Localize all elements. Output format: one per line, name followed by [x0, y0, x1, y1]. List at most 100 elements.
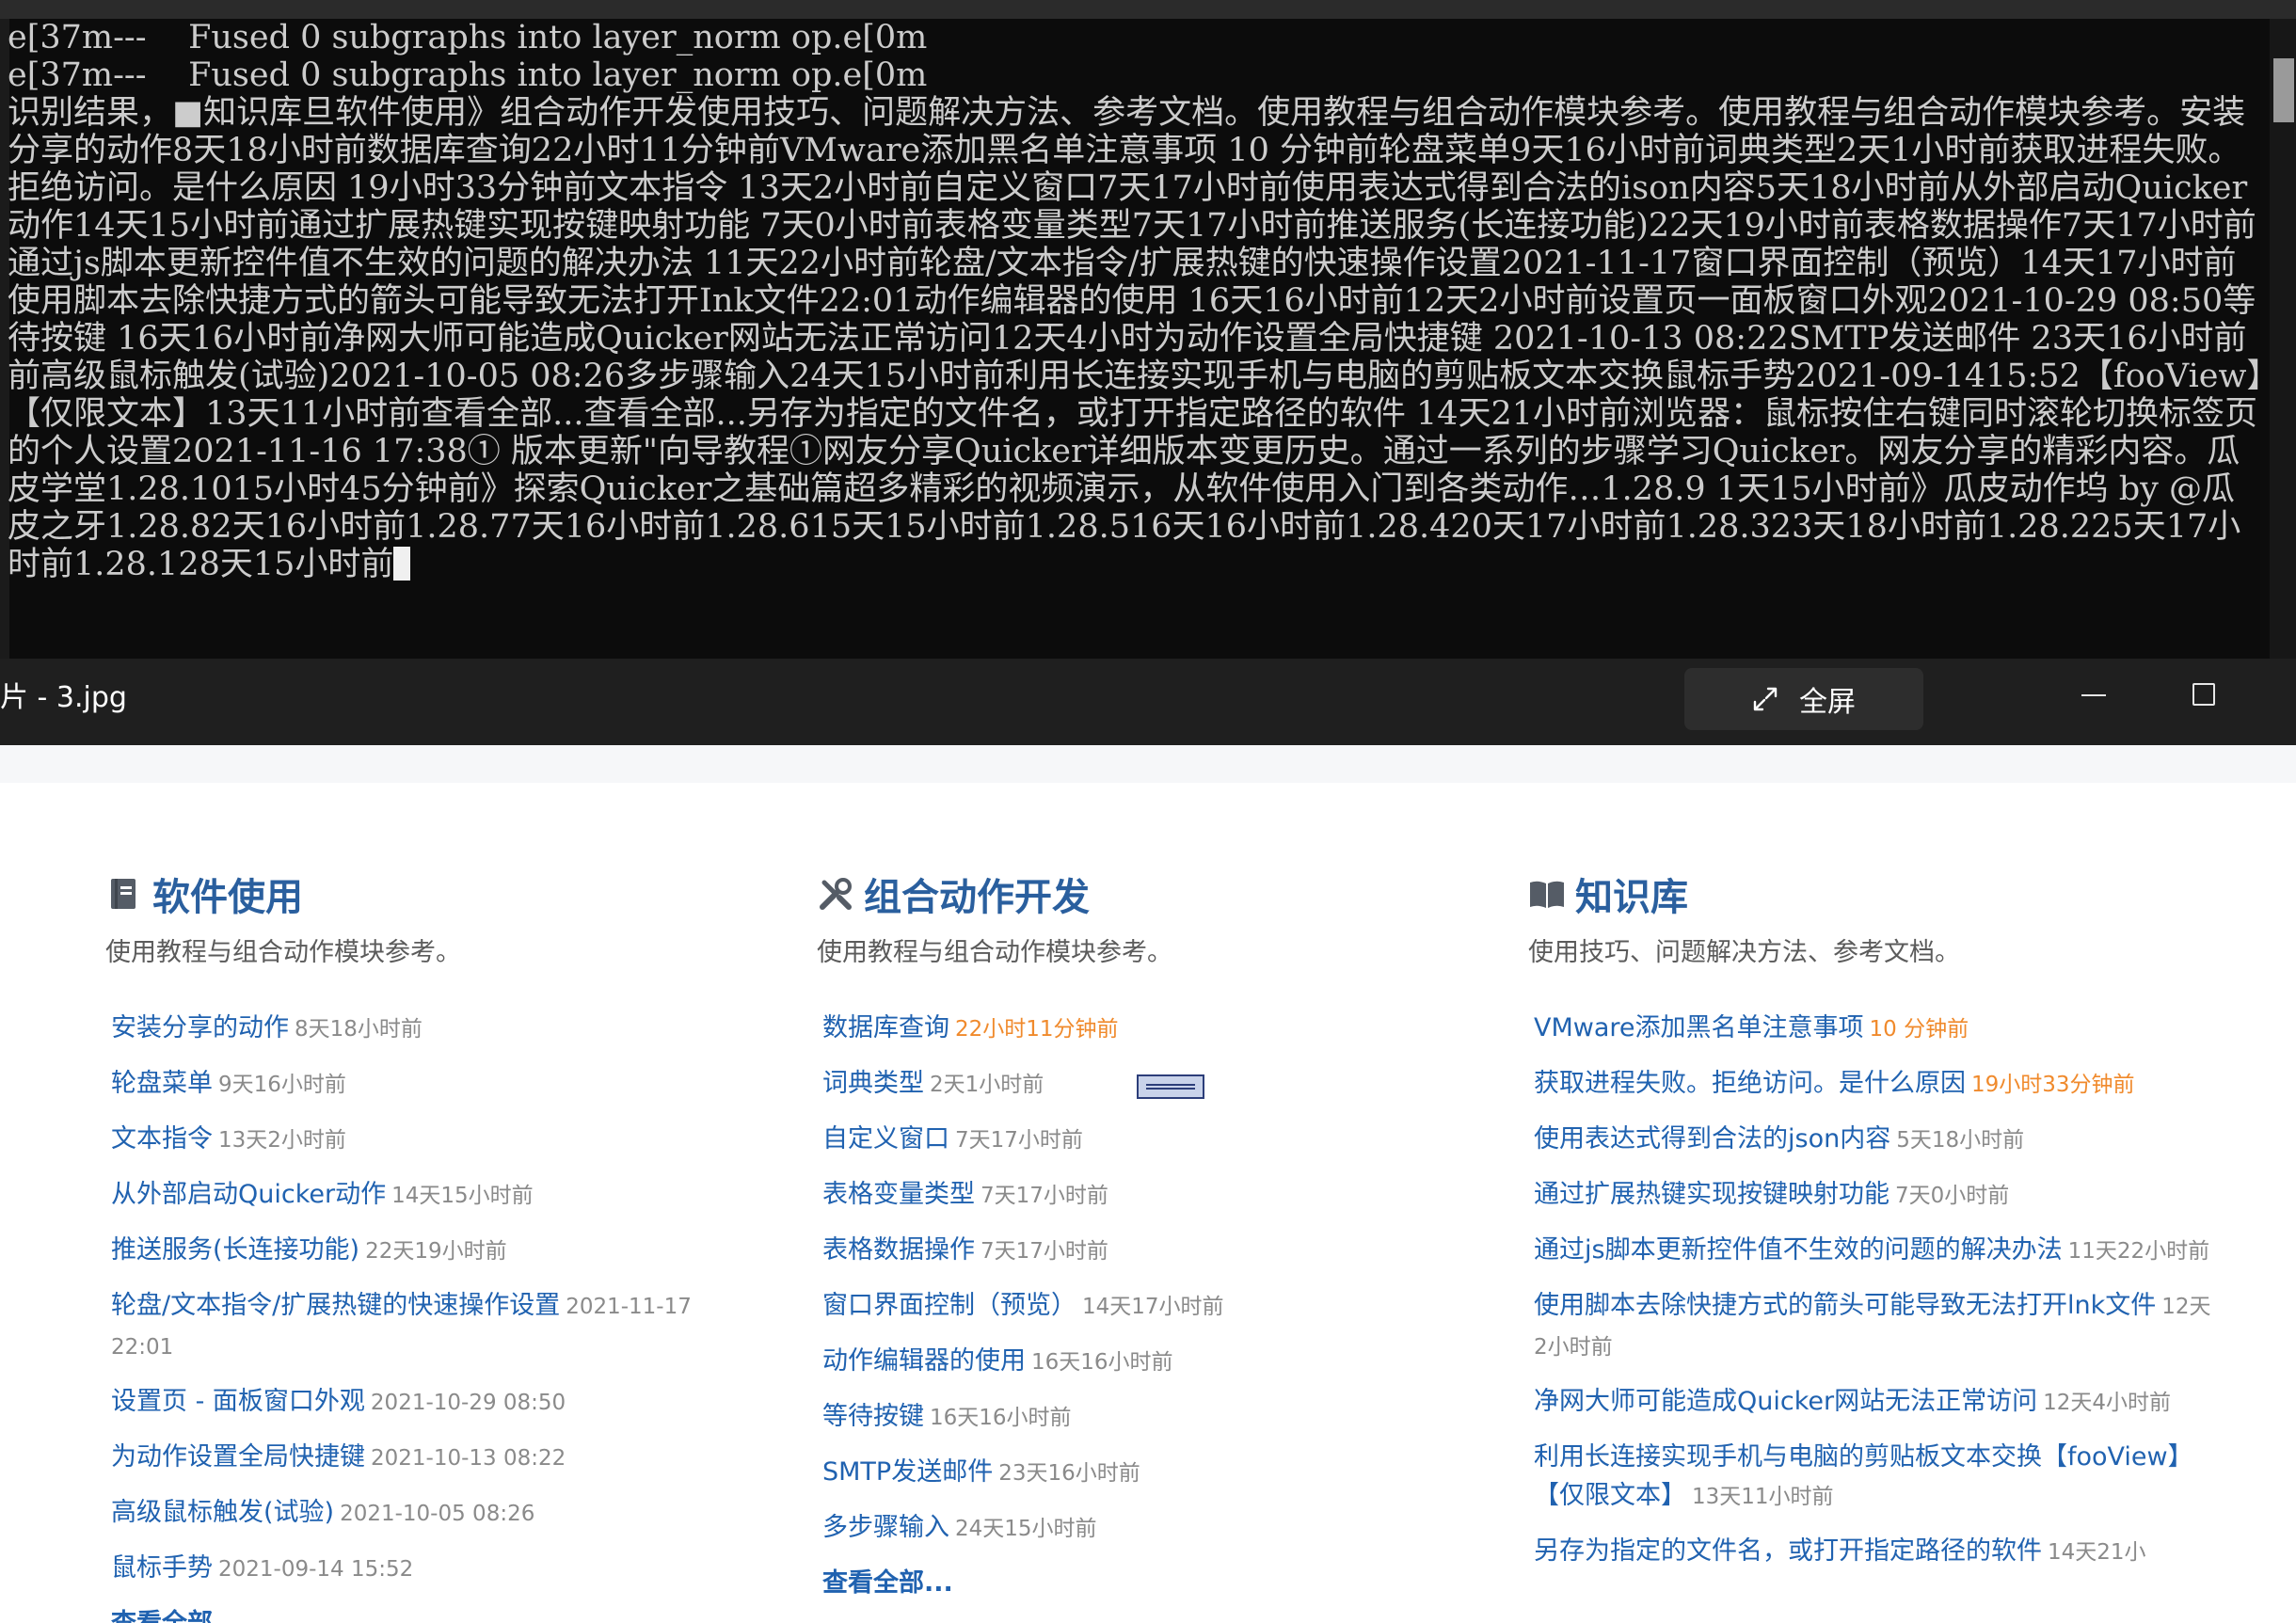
article-link[interactable]: 通过扩展热键实现按键映射功能 [1534, 1180, 1889, 1209]
tools-icon [820, 878, 852, 910]
article-link[interactable]: 鼠标手势 [111, 1553, 213, 1583]
article-link[interactable]: 表格变量类型 [822, 1180, 975, 1209]
terminal-scrollbar[interactable] [2270, 19, 2296, 659]
book-icon [111, 879, 136, 909]
article-link[interactable]: 另存为指定的文件名，或打开指定路径的软件 [1534, 1536, 2042, 1566]
list-item: 安装分享的动作 8天18小时前 [111, 1009, 732, 1049]
article-time: 9天16小时前 [218, 1073, 346, 1097]
list-item: 为动作设置全局快捷键 2021-10-13 08:22 [111, 1438, 732, 1478]
column-header: 知识库 [1528, 866, 1688, 922]
list-item: 净网大师可能造成Quicker网站无法正常访问 12天4小时前 [1534, 1382, 2211, 1423]
article-link[interactable]: 推送服务(长连接功能) [111, 1235, 359, 1265]
article-time: 14天17小时前 [1082, 1295, 1224, 1319]
article-time: 7天17小时前 [981, 1239, 1108, 1264]
article-time: 2天1小时前 [930, 1073, 1044, 1097]
terminal-output: e[37m--- Fused 0 subgraphs into layer_no… [8, 19, 2266, 659]
expand-arrows-icon [1753, 687, 1778, 711]
article-link[interactable]: 从外部启动Quicker动作 [111, 1180, 386, 1209]
viewer-title: 片 - 3.jpg [0, 681, 127, 714]
article-time: 23天16小时前 [998, 1461, 1140, 1486]
article-link[interactable]: 为动作设置全局快捷键 [111, 1442, 365, 1472]
article-link[interactable]: 净网大师可能造成Quicker网站无法正常访问 [1534, 1387, 2037, 1416]
article-time: 7天17小时前 [955, 1128, 1083, 1153]
list-item: 使用表达式得到合法的json内容 5天18小时前 [1534, 1120, 2211, 1160]
column-title: 知识库 [1575, 876, 1688, 919]
quicker-docs-page: 软件使用 使用教程与组合动作模块参考。 安装分享的动作 8天18小时前 轮盘菜单 9… [0, 783, 2296, 1623]
fullscreen-label: 全屏 [1799, 686, 1856, 719]
article-link[interactable]: 使用表达式得到合法的json内容 [1534, 1124, 1890, 1154]
article-link[interactable]: 轮盘菜单 [111, 1069, 213, 1098]
article-link[interactable]: 获取进程失败。拒绝访问。是什么原因 [1534, 1069, 1966, 1098]
view-all-link[interactable]: 查看全部 [111, 1604, 732, 1623]
article-time: 2021-09-14 15:52 [218, 1557, 414, 1582]
column-header: 组合动作开发 [817, 866, 1090, 922]
article-link[interactable]: 等待按键 [822, 1402, 924, 1431]
list-item: 利用长连接实现手机与电脑的剪贴板文本交换【fooView】【仅限文本】 13天11… [1534, 1438, 2211, 1517]
list-item: VMware添加黑名单注意事项 10 分钟前 [1534, 1009, 2211, 1049]
article-time: 2021-10-13 08:22 [371, 1446, 566, 1471]
list-item: 等待按键 16天16小时前 [822, 1397, 1481, 1438]
article-link[interactable]: 轮盘/文本指令/扩展热键的快速操作设置 [111, 1291, 560, 1320]
article-link[interactable]: SMTP发送邮件 [822, 1457, 993, 1487]
list-item: 鼠标手势 2021-09-14 15:52 [111, 1549, 732, 1589]
article-link[interactable]: 安装分享的动作 [111, 1013, 289, 1042]
column-description: 使用技巧、问题解决方法、参考文档。 [1528, 938, 1960, 967]
article-time: 16天16小时前 [1031, 1350, 1173, 1375]
article-link[interactable]: 通过js脚本更新控件值不生效的问题的解决办法 [1534, 1235, 2063, 1265]
view-all-link[interactable]: 查看全部... [822, 1564, 1481, 1602]
column-description: 使用教程与组合动作模块参考。 [817, 938, 1172, 967]
terminal-scrollbar-thumb[interactable] [2273, 58, 2294, 122]
column-title: 组合动作开发 [864, 876, 1090, 919]
terminal-cursor [393, 547, 411, 581]
article-link[interactable]: VMware添加黑名单注意事项 [1534, 1013, 1864, 1042]
column-header: 软件使用 [105, 866, 303, 922]
article-link[interactable]: 文本指令 [111, 1124, 213, 1154]
ocr-text: 识别结果，■知识库旦软件使用》组合动作开发使用技巧、问题解决方法、参考文档。使用… [8, 94, 2263, 583]
open-book-icon [1530, 881, 1564, 908]
article-link[interactable]: 表格数据操作 [822, 1235, 975, 1265]
article-time: 7天17小时前 [981, 1184, 1108, 1208]
article-time: 24天15小时前 [955, 1517, 1097, 1541]
article-link[interactable]: 多步骤输入 [822, 1513, 949, 1542]
column-description: 使用教程与组合动作模块参考。 [105, 938, 461, 967]
terminal-log-line: e[37m--- Fused 0 subgraphs into layer_no… [8, 56, 928, 94]
article-link[interactable]: 窗口界面控制（预览） [822, 1291, 1076, 1320]
list-item: SMTP发送邮件 23天16小时前 [822, 1453, 1481, 1493]
article-link[interactable]: 词典类型 [822, 1069, 924, 1098]
list-item: 通过扩展热键实现按键映射功能 7天0小时前 [1534, 1175, 2211, 1216]
list-item: 通过js脚本更新控件值不生效的问题的解决办法 11天22小时前 [1534, 1231, 2211, 1271]
article-time: 13天11小时前 [1692, 1485, 1834, 1509]
image-viewer-titlebar: 片 - 3.jpg 全屏 [0, 659, 2296, 745]
article-link[interactable]: 自定义窗口 [822, 1124, 949, 1154]
article-time: 10 分钟前 [1869, 1017, 1969, 1042]
menu-lines-icon [1146, 1084, 1195, 1090]
article-time: 7天0小时前 [1895, 1184, 2010, 1208]
list-item: 从外部启动Quicker动作 14天15小时前 [111, 1175, 732, 1216]
article-time: 2021-10-29 08:50 [370, 1391, 566, 1415]
window-top-strip [0, 0, 2296, 19]
minimize-icon[interactable] [2081, 694, 2106, 696]
article-time: 16天16小时前 [930, 1406, 1072, 1430]
article-time: 22天19小时前 [365, 1239, 507, 1264]
article-link[interactable]: 动作编辑器的使用 [822, 1346, 1026, 1376]
list-item: 数据库查询 22小时11分钟前 [822, 1009, 1481, 1049]
page-top-strip [0, 745, 2296, 783]
article-link[interactable]: 设置页 - 面板窗口外观 [111, 1387, 365, 1416]
article-link[interactable]: 使用脚本去除快捷方式的箭头可能导致无法打开lnk文件 [1534, 1291, 2156, 1320]
terminal-window[interactable]: e[37m--- Fused 0 subgraphs into layer_no… [0, 19, 2296, 659]
fullscreen-button[interactable]: 全屏 [1684, 668, 1923, 730]
article-link[interactable]: 高级鼠标触发(试验) [111, 1498, 334, 1527]
column-title: 软件使用 [152, 876, 303, 919]
article-time: 11天22小时前 [2067, 1239, 2210, 1264]
list-item: 轮盘菜单 9天16小时前 [111, 1064, 732, 1105]
article-link[interactable]: 数据库查询 [822, 1013, 949, 1042]
list-item: 另存为指定的文件名，或打开指定路径的软件 14天21小 [1534, 1532, 2211, 1572]
list-item: 设置页 - 面板窗口外观 2021-10-29 08:50 [111, 1382, 732, 1423]
floating-panel-widget[interactable] [1137, 1074, 1204, 1099]
terminal-log-line: e[37m--- Fused 0 subgraphs into layer_no… [8, 19, 928, 56]
maximize-icon[interactable] [2192, 683, 2215, 706]
list-item: 使用脚本去除快捷方式的箭头可能导致无法打开lnk文件 12天2小时前 [1534, 1286, 2211, 1367]
article-link[interactable]: 利用长连接实现手机与电脑的剪贴板文本交换【fooView】【仅限文本】 [1534, 1442, 2193, 1510]
article-time: 12天4小时前 [2043, 1391, 2172, 1415]
list-item: 获取进程失败。拒绝访问。是什么原因 19小时33分钟前 [1534, 1064, 2211, 1105]
